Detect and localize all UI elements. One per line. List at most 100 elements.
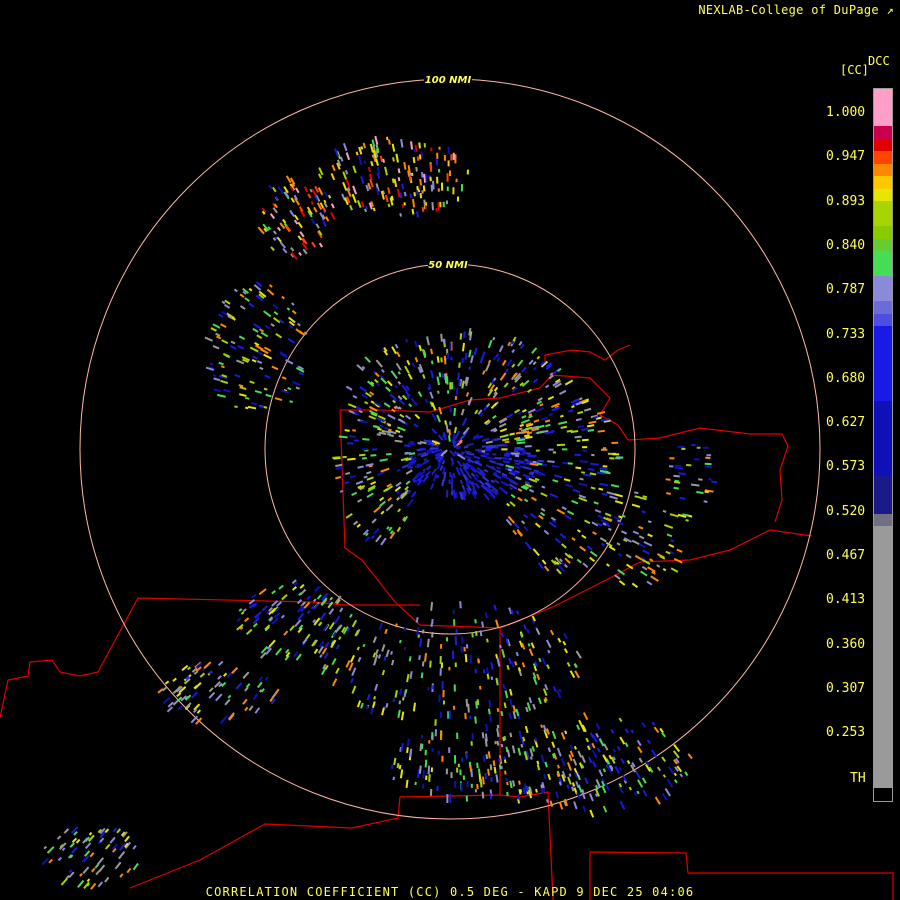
echo-gate xyxy=(403,191,407,197)
legend-swatch xyxy=(874,126,892,139)
echo-gate xyxy=(591,454,595,457)
echo-gate xyxy=(273,311,279,316)
echo-gate xyxy=(501,649,506,658)
echo-gate xyxy=(393,178,398,188)
echo-gate xyxy=(549,492,559,499)
echo-gate xyxy=(427,442,432,446)
echo-gate xyxy=(387,139,391,145)
echo-gate xyxy=(578,719,583,726)
echo-gate xyxy=(364,536,371,543)
echo-gate xyxy=(459,333,463,340)
echo-gate xyxy=(568,409,574,413)
echo-gate xyxy=(414,413,421,420)
echo-gate xyxy=(464,455,472,460)
echo-gate xyxy=(577,410,584,415)
echo-gate xyxy=(358,453,366,457)
echo-gate xyxy=(582,712,589,721)
echo-gate xyxy=(537,397,543,402)
echo-gate xyxy=(275,647,283,656)
echo-gate xyxy=(331,678,338,687)
echo-gate xyxy=(590,462,599,466)
echo-gate xyxy=(647,520,652,524)
echo-gate xyxy=(421,206,425,212)
echo-gate xyxy=(527,408,536,414)
echo-gate xyxy=(408,403,413,408)
echo-gate xyxy=(560,757,566,767)
echo-gate xyxy=(512,452,518,455)
echo-gate xyxy=(581,471,586,474)
echo-gate xyxy=(383,402,391,408)
echo-gate xyxy=(389,393,397,401)
echo-gate xyxy=(233,288,238,293)
echo-gate xyxy=(521,408,527,413)
echo-gate xyxy=(319,654,323,658)
echo-gate xyxy=(245,396,250,400)
echo-gate xyxy=(521,366,527,373)
echo-gate xyxy=(313,598,317,603)
echo-gate xyxy=(328,608,335,615)
echo-gate xyxy=(379,500,386,508)
echo-gate xyxy=(421,661,425,667)
echo-gate xyxy=(448,479,451,485)
echo-gate xyxy=(273,612,281,619)
echo-gate xyxy=(634,554,643,561)
echo-gate xyxy=(385,703,389,708)
echo-gate xyxy=(508,712,512,720)
echo-gate xyxy=(414,781,417,786)
echo-gate xyxy=(610,728,615,734)
echo-gate xyxy=(377,654,382,659)
echo-gate xyxy=(536,760,540,765)
echo-gate xyxy=(417,391,423,398)
echo-gate xyxy=(427,687,430,691)
echo-gate xyxy=(523,498,529,503)
echo-gate xyxy=(440,644,443,649)
echo-gate xyxy=(404,688,408,694)
echo-gate xyxy=(333,615,341,625)
echo-gate xyxy=(543,565,550,572)
echo-gate xyxy=(496,728,500,738)
echo-gate xyxy=(335,463,343,467)
echo-gate xyxy=(470,355,474,364)
echo-gate xyxy=(406,673,410,683)
echo-gate xyxy=(487,708,491,715)
echo-gate xyxy=(370,535,375,540)
echo-gate xyxy=(399,769,404,779)
echo-gate xyxy=(564,379,574,386)
echo-gate xyxy=(431,428,438,435)
echo-gate xyxy=(599,738,605,747)
range-ring-100nmi xyxy=(79,78,821,820)
echo-gate xyxy=(460,184,464,192)
echo-gate xyxy=(449,471,452,478)
echo-gate xyxy=(565,483,573,488)
echo-gate xyxy=(586,424,595,428)
border-line xyxy=(0,597,420,719)
echo-gate xyxy=(525,706,529,713)
echo-gate xyxy=(481,445,486,448)
echo-gate xyxy=(445,424,449,433)
echo-gate xyxy=(604,512,612,517)
echo-gate xyxy=(536,764,541,771)
echo-gate xyxy=(592,761,597,768)
echo-gate xyxy=(488,699,492,708)
echo-gate xyxy=(394,343,399,349)
echo-gate xyxy=(540,754,545,764)
echo-gate xyxy=(316,594,322,600)
range-ring-50nmi xyxy=(264,263,636,635)
echo-gate xyxy=(256,334,263,339)
echo-gate xyxy=(345,471,351,476)
echo-gate xyxy=(606,563,610,567)
echo-gate xyxy=(357,155,363,165)
echo-gate xyxy=(586,545,593,551)
echo-gate xyxy=(556,764,560,769)
echo-gate xyxy=(440,182,444,191)
echo-gate xyxy=(418,344,423,352)
echo-gate xyxy=(684,771,689,777)
echo-gate xyxy=(429,660,432,668)
echo-gate xyxy=(375,382,381,387)
legend-swatch xyxy=(874,238,892,252)
echo-gate xyxy=(474,482,480,489)
echo-gate xyxy=(351,667,357,677)
echo-gate xyxy=(124,835,130,843)
legend-swatch xyxy=(874,476,892,514)
echo-gate xyxy=(281,376,287,380)
